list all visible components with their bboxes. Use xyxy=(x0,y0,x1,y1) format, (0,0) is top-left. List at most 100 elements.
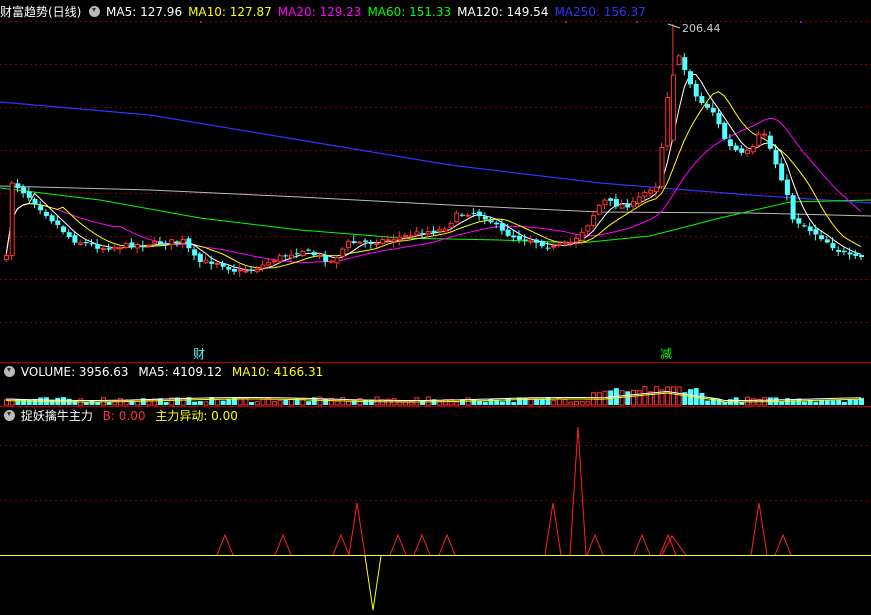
candle-body xyxy=(237,269,243,272)
volume-bar xyxy=(197,401,203,405)
candle-body xyxy=(72,235,78,243)
indicator-spike xyxy=(348,502,366,556)
candle-body xyxy=(841,250,847,253)
candle-body xyxy=(499,223,505,231)
volume-bar xyxy=(562,399,568,406)
candle-body xyxy=(243,270,249,273)
candle-body xyxy=(220,262,226,267)
high-price-pointer xyxy=(667,23,681,29)
candle-body xyxy=(545,247,551,249)
volume-bar xyxy=(653,386,659,406)
candle-body xyxy=(767,135,773,149)
candle-body xyxy=(722,122,728,139)
candle-body xyxy=(83,242,89,244)
volume-bar xyxy=(21,399,27,405)
candle-body xyxy=(465,214,471,217)
volume-bar xyxy=(283,399,289,405)
candle-body xyxy=(859,255,864,258)
volume-bar xyxy=(477,400,483,405)
candle-body xyxy=(403,234,408,237)
volume-bar xyxy=(180,397,186,406)
indicator-panel-header: 捉妖擒牛主力 B: 0.00 主力异动: 0.00 xyxy=(0,407,244,425)
ma-legend-item: MA250: 156.37 xyxy=(554,5,646,19)
candle-body xyxy=(4,255,9,261)
indicator-spike xyxy=(332,533,350,556)
volume-bar xyxy=(271,401,277,406)
volume-bar xyxy=(260,398,266,406)
marker-dot xyxy=(636,21,638,23)
candle-body xyxy=(43,211,49,216)
candle-body xyxy=(682,57,688,70)
candle-body xyxy=(853,253,859,256)
candle-body xyxy=(95,244,101,249)
candle-body xyxy=(773,149,779,165)
candle-body xyxy=(688,71,693,85)
volume-bar xyxy=(699,392,705,405)
volume-panel-header: VOLUME: 3956.63 MA5: 4109.12 MA10: 4166.… xyxy=(0,363,329,381)
candle-body xyxy=(385,239,391,242)
candle-body xyxy=(739,148,745,153)
volume-bar xyxy=(853,399,859,405)
candle-body xyxy=(100,248,106,251)
candle-body xyxy=(460,214,465,216)
volume-bar xyxy=(220,400,226,405)
candle-body xyxy=(551,245,557,248)
high-price-label: 206.44 xyxy=(682,22,721,35)
candle-body xyxy=(289,254,294,259)
candle-body xyxy=(574,237,579,243)
volume-bar xyxy=(306,401,312,405)
indicator-menu-icon[interactable] xyxy=(4,410,15,421)
candle-body xyxy=(169,239,175,245)
indicator-title: 捉妖擒牛主力 xyxy=(20,409,93,423)
volume-bar xyxy=(574,400,579,406)
candle-body xyxy=(391,239,397,242)
volume-bar xyxy=(631,389,636,406)
candle-body xyxy=(448,222,454,229)
candle-body xyxy=(613,199,619,207)
panel-menu-icon[interactable] xyxy=(89,6,101,17)
ma10-line xyxy=(5,91,862,269)
volume-bar xyxy=(100,397,106,406)
candle-body xyxy=(562,241,568,244)
candle-body xyxy=(596,204,602,215)
candle-body xyxy=(705,104,711,108)
main-panel-title: 财富趋势(日线) xyxy=(0,5,82,19)
candle-body xyxy=(505,229,511,236)
sell-signal-label: 减 xyxy=(660,347,673,361)
kline-chart[interactable] xyxy=(0,0,871,615)
candle-body xyxy=(756,133,762,146)
candle-body xyxy=(368,242,374,244)
candle-body xyxy=(340,248,346,257)
volume-bar xyxy=(249,401,255,405)
volume-bar xyxy=(425,396,431,406)
volume-ma5: MA5: 4109.12 xyxy=(138,365,223,379)
volume-bar xyxy=(608,390,614,405)
ma-legend-item: MA120: 149.54 xyxy=(457,5,549,19)
candle-body xyxy=(442,228,448,232)
candle-body xyxy=(129,242,135,248)
candle-body xyxy=(317,255,323,258)
candle-body xyxy=(420,233,426,235)
candle-body xyxy=(89,243,95,245)
candle-body xyxy=(323,255,329,262)
volume-bar xyxy=(89,400,95,405)
candle-body xyxy=(619,204,625,209)
volume-bar xyxy=(226,399,232,405)
volume-bar xyxy=(670,386,676,406)
candle-body xyxy=(745,149,750,154)
volume-bar xyxy=(420,400,426,405)
candle-body xyxy=(226,266,232,270)
candle-body xyxy=(346,240,351,248)
candle-body xyxy=(197,253,203,262)
candle-body xyxy=(363,240,369,242)
candle-body xyxy=(602,199,608,206)
candle-body xyxy=(727,139,733,147)
volume-bar xyxy=(841,401,847,405)
volume-bar xyxy=(847,400,853,405)
ma-legend-item: MA10: 127.87 xyxy=(188,5,272,19)
candle-body xyxy=(522,239,528,241)
volume-menu-icon[interactable] xyxy=(4,366,15,377)
ma-legend-item: MA5: 127.96 xyxy=(106,5,183,19)
indicator-spike xyxy=(633,533,651,556)
candle-body xyxy=(123,243,129,248)
